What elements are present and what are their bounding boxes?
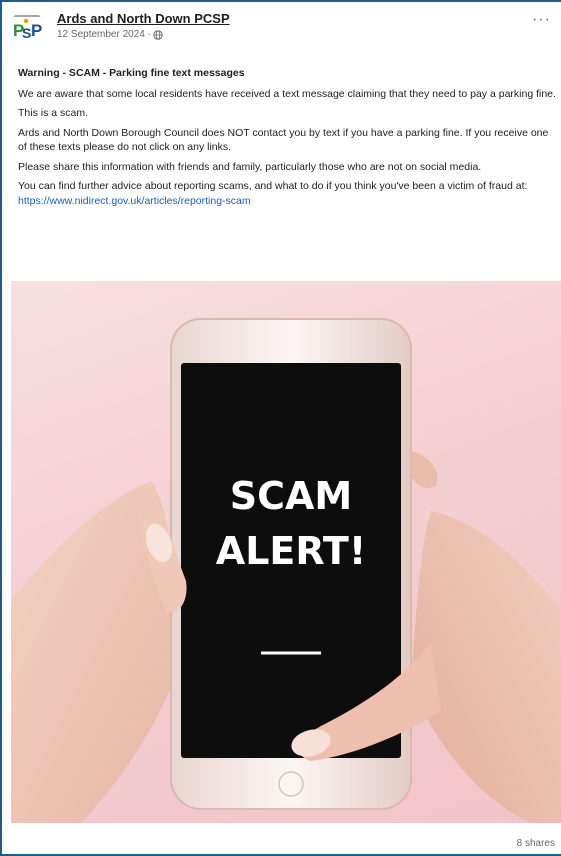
right-finger xyxy=(411,451,438,488)
shares-count[interactable]: 8 shares xyxy=(517,838,555,849)
screen-text-line1: SCAM xyxy=(230,474,352,518)
pcsp-logo-icon: P S P xyxy=(10,10,44,44)
svg-text:S: S xyxy=(22,25,31,41)
svg-text:P: P xyxy=(31,21,42,40)
post-paragraph: Please share this information with frien… xyxy=(18,160,482,173)
page-avatar[interactable]: P S P xyxy=(10,10,44,44)
post-title: Warning - SCAM - Parking fine text messa… xyxy=(18,67,245,79)
globe-icon xyxy=(153,29,163,40)
page-name-link[interactable]: Ards and North Down PCSP xyxy=(57,11,230,26)
post-text: Warning - SCAM - Parking fine text messa… xyxy=(18,66,558,213)
screen-text-line2: ALERT! xyxy=(216,529,366,573)
post-paragraph-text: You can find further advice about report… xyxy=(18,180,528,192)
post-paragraph: Ards and North Down Borough Council does… xyxy=(18,126,549,154)
nidirect-link[interactable]: https://www.nidirect.gov.uk/articles/rep… xyxy=(18,195,251,207)
post-paragraph: This is a scam. xyxy=(18,107,89,119)
post-paragraph: We are aware that some local residents h… xyxy=(18,87,556,100)
post-card: P S P Ards and North Down PCSP 12 Septem… xyxy=(0,0,561,856)
post-image[interactable]: SCAM ALERT! xyxy=(11,281,561,823)
post-header: P S P Ards and North Down PCSP 12 Septem… xyxy=(10,10,555,46)
scam-alert-phone-illustration: SCAM ALERT! xyxy=(11,318,561,823)
post-date[interactable]: 12 September 2024 · xyxy=(57,29,151,40)
post-meta: 12 September 2024 · xyxy=(57,29,163,40)
post-paragraph: You can find further advice about report… xyxy=(18,179,558,208)
more-options-button[interactable]: ··· xyxy=(532,10,551,30)
